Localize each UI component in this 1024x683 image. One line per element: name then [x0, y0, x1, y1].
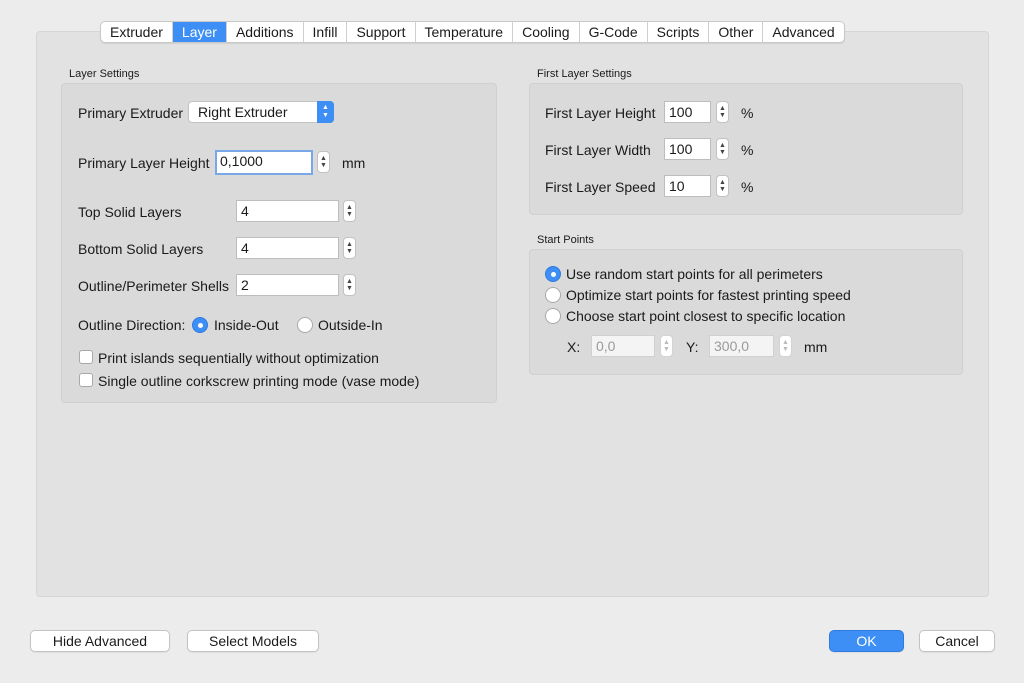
chevron-up-down-icon: ▲ ▼ — [317, 101, 334, 123]
first-layer-width-input[interactable]: 100 — [664, 138, 711, 160]
layer-settings-title: Layer Settings — [69, 68, 140, 80]
print-islands-label[interactable]: Print islands sequentially without optim… — [98, 350, 379, 366]
bottom-solid-layers-label: Bottom Solid Layers — [78, 241, 204, 257]
first-layer-speed-unit: % — [741, 179, 754, 195]
y-stepper[interactable]: ▲ ▼ — [779, 335, 792, 357]
hide-advanced-button[interactable]: Hide Advanced — [30, 630, 170, 652]
first-layer-settings-title: First Layer Settings — [537, 68, 632, 80]
primary-layer-height-stepper[interactable]: ▲ ▼ — [317, 151, 330, 173]
primary-extruder-select[interactable]: Right Extruder ▲ ▼ — [188, 101, 334, 123]
inside-out-radio[interactable] — [192, 317, 208, 333]
select-models-button[interactable]: Select Models — [187, 630, 319, 652]
tab-gcode[interactable]: G-Code — [580, 22, 648, 42]
tab-extruder[interactable]: Extruder — [101, 22, 173, 42]
random-start-points-label[interactable]: Use random start points for all perimete… — [566, 266, 823, 282]
first-layer-speed-label: First Layer Speed — [545, 179, 656, 195]
start-points-title: Start Points — [537, 234, 594, 246]
y-input[interactable]: 300,0 — [709, 335, 774, 357]
x-label: X: — [567, 339, 581, 355]
primary-extruder-label: Primary Extruder — [78, 105, 184, 121]
random-start-points-radio[interactable] — [545, 266, 561, 282]
xy-unit: mm — [804, 339, 828, 355]
vase-mode-label[interactable]: Single outline corkscrew printing mode (… — [98, 373, 419, 389]
first-layer-speed-stepper[interactable]: ▲ ▼ — [716, 175, 729, 197]
tab-scripts[interactable]: Scripts — [648, 22, 710, 42]
top-solid-layers-input[interactable]: 4 — [236, 200, 339, 222]
tab-cooling[interactable]: Cooling — [513, 22, 580, 42]
first-layer-width-stepper[interactable]: ▲ ▼ — [716, 138, 729, 160]
bottom-solid-layers-input[interactable]: 4 — [236, 237, 339, 259]
first-layer-height-unit: % — [741, 105, 754, 121]
first-layer-height-input[interactable]: 100 — [664, 101, 711, 123]
vase-mode-checkbox[interactable] — [79, 373, 93, 387]
first-layer-height-label: First Layer Height — [545, 105, 656, 121]
bottom-solid-layers-stepper[interactable]: ▲ ▼ — [343, 237, 356, 259]
x-input[interactable]: 0,0 — [591, 335, 655, 357]
inside-out-label[interactable]: Inside-Out — [214, 317, 279, 333]
optimize-start-points-radio[interactable] — [545, 287, 561, 303]
outline-shells-label: Outline/Perimeter Shells — [78, 278, 229, 294]
outline-shells-stepper[interactable]: ▲ ▼ — [343, 274, 356, 296]
tab-temperature[interactable]: Temperature — [416, 22, 514, 42]
tab-infill[interactable]: Infill — [304, 22, 348, 42]
tab-support[interactable]: Support — [347, 22, 416, 42]
primary-layer-height-unit: mm — [342, 155, 366, 171]
first-layer-speed-input[interactable]: 10 — [664, 175, 711, 197]
first-layer-width-label: First Layer Width — [545, 142, 651, 158]
print-islands-checkbox[interactable] — [79, 350, 93, 364]
tab-other[interactable]: Other — [709, 22, 764, 42]
top-solid-layers-label: Top Solid Layers — [78, 204, 182, 220]
primary-layer-height-label: Primary Layer Height — [78, 155, 210, 171]
outside-in-label[interactable]: Outside-In — [318, 317, 383, 333]
primary-layer-height-input[interactable]: 0,1000 — [215, 150, 313, 175]
x-stepper[interactable]: ▲ ▼ — [660, 335, 673, 357]
top-solid-layers-stepper[interactable]: ▲ ▼ — [343, 200, 356, 222]
first-layer-width-unit: % — [741, 142, 754, 158]
tab-advanced[interactable]: Advanced — [763, 22, 843, 42]
closest-start-point-radio[interactable] — [545, 308, 561, 324]
ok-button[interactable]: OK — [829, 630, 904, 652]
outline-shells-input[interactable]: 2 — [236, 274, 339, 296]
y-label: Y: — [686, 339, 699, 355]
tab-bar: Extruder Layer Additions Infill Support … — [100, 21, 845, 43]
tab-layer[interactable]: Layer — [172, 22, 227, 42]
primary-extruder-value: Right Extruder — [198, 104, 288, 120]
cancel-button[interactable]: Cancel — [919, 630, 995, 652]
first-layer-height-stepper[interactable]: ▲ ▼ — [716, 101, 729, 123]
outline-direction-label: Outline Direction: — [78, 317, 186, 333]
tab-additions[interactable]: Additions — [227, 22, 304, 42]
outside-in-radio[interactable] — [297, 317, 313, 333]
closest-start-point-label[interactable]: Choose start point closest to specific l… — [566, 308, 845, 324]
optimize-start-points-label[interactable]: Optimize start points for fastest printi… — [566, 287, 851, 303]
